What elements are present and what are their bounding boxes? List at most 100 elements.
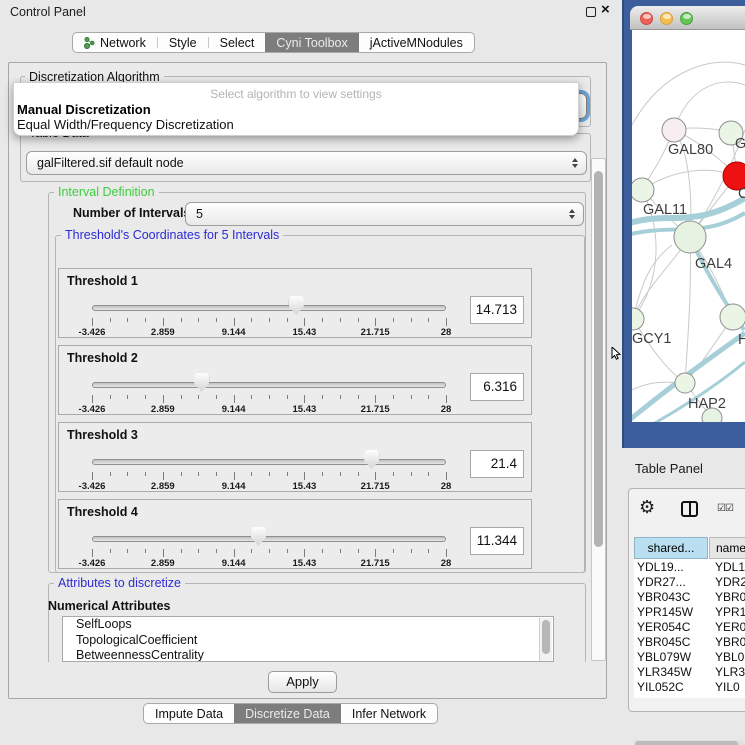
tab-style[interactable]: Style: [158, 33, 208, 52]
column-header-shared-name[interactable]: shared...: [634, 537, 708, 559]
cell-shared-name[interactable]: YIL052C: [637, 680, 709, 695]
threshold-slider-thumb[interactable]: [251, 527, 266, 546]
threshold-slider-track[interactable]: [92, 536, 446, 542]
cell-shared-name[interactable]: YDR27...: [637, 575, 709, 590]
cell-name[interactable]: YBR0: [715, 590, 745, 605]
cell-shared-name[interactable]: YPR145W: [637, 605, 709, 620]
cell-name[interactable]: YBL0: [715, 650, 745, 665]
table-row[interactable]: YBR045C YBR0: [634, 635, 745, 650]
network-node[interactable]: [674, 221, 706, 253]
network-node[interactable]: [720, 304, 745, 330]
cell-shared-name[interactable]: YER054C: [637, 620, 709, 635]
network-window-titlebar[interactable]: [630, 6, 745, 30]
cell-shared-name[interactable]: YBL079W: [637, 650, 709, 665]
node-label: HAP2: [688, 396, 726, 412]
network-node[interactable]: [632, 178, 654, 202]
threshold-value-field[interactable]: 21.4: [470, 450, 524, 478]
tab-network[interactable]: Network: [73, 33, 157, 52]
tab-infer-network[interactable]: Infer Network: [341, 704, 437, 723]
dropdown-item-manual-discretization[interactable]: Manual Discretization: [17, 102, 151, 117]
threshold-slider-track[interactable]: [92, 382, 446, 388]
cell-name[interactable]: YDR2: [715, 575, 745, 590]
attribute-items: SelfLoopsTopologicalCoefficientBetweenne…: [63, 617, 553, 662]
threshold-slider-track[interactable]: [92, 305, 446, 311]
threshold-label: Threshold 4: [67, 505, 138, 519]
network-node[interactable]: [675, 373, 695, 393]
table-row[interactable]: YBL079W YBL0: [634, 650, 745, 665]
attribute-list-item[interactable]: TopologicalCoefficient: [63, 633, 553, 649]
threshold-slider-thumb[interactable]: [194, 373, 209, 392]
threshold-value-field[interactable]: 11.344: [470, 527, 524, 555]
attributes-scrollbar-thumb[interactable]: [542, 620, 550, 654]
tick-label: 21.715: [361, 481, 390, 492]
network-view-canvas[interactable]: GAL80GACGAL11GAL4GCY1HHAP2: [632, 30, 745, 422]
network-node[interactable]: [632, 308, 644, 330]
top-tab-bar: NetworkStyleSelect Cyni Toolbox jActiveMNo…: [72, 32, 475, 53]
apply-button[interactable]: Apply: [268, 671, 337, 693]
numerical-attributes-label: Numerical Attributes: [48, 599, 170, 613]
cell-shared-name[interactable]: YBR043C: [637, 590, 709, 605]
tab-impute-data[interactable]: Impute Data: [144, 704, 234, 723]
split-columns-icon[interactable]: [681, 501, 698, 517]
threshold-row: Threshold 4 -3.4262.8599.14415.4321.7152…: [58, 499, 532, 569]
numerical-attributes-list[interactable]: SelfLoopsTopologicalCoefficientBetweenne…: [62, 616, 554, 662]
node-label: GAL11: [643, 202, 687, 218]
threshold-value-field[interactable]: 6.316: [470, 373, 524, 401]
node-label: GAL4: [695, 256, 732, 272]
select-columns-icon[interactable]: ☑☑: [717, 503, 733, 514]
table-data-combobox[interactable]: galFiltered.sif default node: [26, 151, 587, 175]
cell-shared-name[interactable]: YLR345W: [637, 665, 709, 680]
table-hscrollbar-thumb[interactable]: [635, 741, 738, 745]
mouse-cursor: [611, 347, 621, 360]
table-horizontal-scrollbar[interactable]: [634, 740, 744, 745]
tab-label: Discretize Data: [245, 707, 330, 721]
threshold-slider-thumb[interactable]: [364, 450, 379, 469]
number-of-intervals-combobox[interactable]: 5: [185, 202, 584, 226]
slider-tick-labels: -3.4262.8599.14415.4321.71528: [92, 481, 446, 491]
attributes-scrollbar[interactable]: [539, 618, 552, 662]
network-node[interactable]: [662, 118, 686, 142]
zoom-traffic-light-icon[interactable]: [680, 12, 693, 25]
node-label: H: [738, 332, 745, 348]
cell-name[interactable]: YLR3: [715, 665, 745, 680]
tab-jactivemnodules[interactable]: jActiveMNodules: [359, 33, 474, 52]
cell-name[interactable]: YIL0: [715, 680, 745, 695]
tick-label: 28: [441, 481, 452, 492]
network-graph: GAL80GACGAL11GAL4GCY1HHAP2: [632, 30, 745, 422]
tick-label: 9.144: [222, 558, 246, 569]
cell-shared-name[interactable]: YDL19...: [637, 560, 709, 575]
table-row[interactable]: YBR043C YBR0: [634, 590, 745, 605]
dropdown-item-equal-width-frequency[interactable]: Equal Width/Frequency Discretization: [17, 117, 234, 132]
table-row[interactable]: YIL052C YIL0: [634, 680, 745, 695]
gear-icon[interactable]: ⚙: [639, 497, 655, 518]
cell-name[interactable]: YDL1: [715, 560, 745, 575]
tab-label: Cyni Toolbox: [276, 36, 347, 50]
cell-name[interactable]: YBR0: [715, 635, 745, 650]
panel-vertical-scrollbar[interactable]: [591, 158, 606, 661]
threshold-value-field[interactable]: 14.713: [470, 296, 524, 324]
close-icon[interactable]: ×: [601, 1, 610, 18]
table-row[interactable]: YDR27... YDR2: [634, 575, 745, 590]
slider-ticks: [92, 472, 446, 481]
cell-name[interactable]: YPR1: [715, 605, 745, 620]
table-row[interactable]: YER054C YER0: [634, 620, 745, 635]
attribute-list-item[interactable]: BetweennessCentrality: [63, 648, 553, 662]
table-row[interactable]: YLR345W YLR3: [634, 665, 745, 680]
tab-select[interactable]: Select: [209, 33, 266, 52]
float-window-icon[interactable]: [586, 7, 596, 17]
tab-discretize-data[interactable]: Discretize Data: [234, 704, 341, 723]
attribute-list-item[interactable]: SelfLoops: [63, 617, 553, 633]
dropdown-hint: Select algorithm to view settings: [14, 87, 578, 101]
table-row[interactable]: YPR145W YPR1: [634, 605, 745, 620]
close-traffic-light-icon[interactable]: [640, 12, 653, 25]
cell-shared-name[interactable]: YBR045C: [637, 635, 709, 650]
panel-scrollbar-thumb[interactable]: [594, 171, 603, 547]
threshold-slider-thumb[interactable]: [289, 296, 304, 315]
cell-name[interactable]: YER0: [715, 620, 745, 635]
threshold-slider-track[interactable]: [92, 459, 446, 465]
tab-cyni-toolbox[interactable]: Cyni Toolbox: [265, 33, 358, 52]
threshold-row: Threshold 1 -3.4262.8599.14415.4321.7152…: [58, 268, 532, 338]
table-row[interactable]: YDL19... YDL1: [634, 560, 745, 575]
minimize-traffic-light-icon[interactable]: [660, 12, 673, 25]
column-header-name[interactable]: name: [709, 537, 745, 559]
